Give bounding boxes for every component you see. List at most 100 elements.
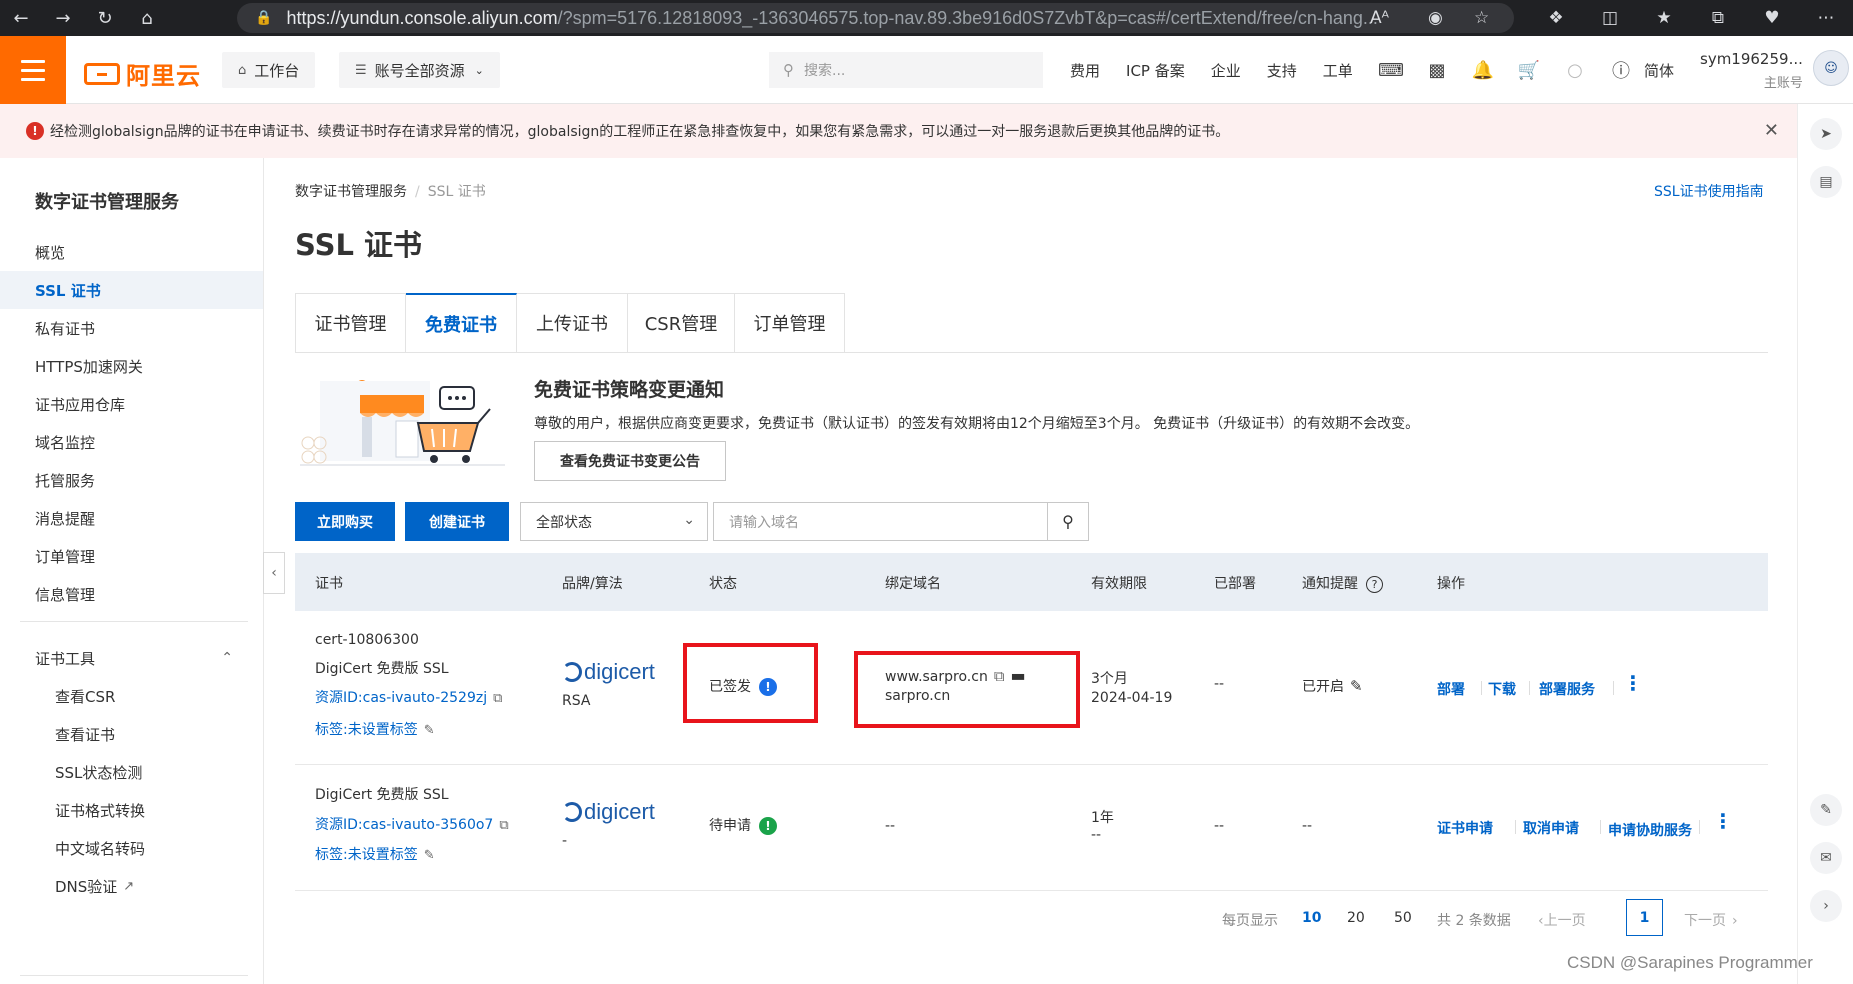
resources-dropdown[interactable]: ☰ 账号全部资源 ⌄ [339, 52, 500, 88]
sidebar-item-dns-verify[interactable]: DNS验证 ↗ [0, 867, 263, 905]
info-icon[interactable]: ! [759, 817, 777, 835]
terminal-icon[interactable]: ▩ [1414, 60, 1460, 81]
digicert-logo: digicert [562, 659, 655, 685]
language-switch[interactable]: 简体 [1644, 60, 1674, 81]
sidebar-item-domain-monitor[interactable]: 域名监控 [0, 423, 263, 461]
external-link-icon: ↗ [123, 878, 135, 894]
tracking-icon[interactable]: ◉ [1428, 0, 1443, 36]
back-icon[interactable]: ← [0, 0, 42, 36]
account-type: 主账号 [1763, 76, 1803, 91]
ai-assistant-icon[interactable]: ⌨ [1368, 60, 1414, 81]
sidebar-item-ssl-check[interactable]: SSL状态检测 [0, 753, 263, 791]
edit-icon[interactable]: ✎ [424, 848, 435, 863]
deploy-service-link[interactable]: 部署服务 [1539, 679, 1595, 699]
avatar[interactable]: ☺ [1813, 50, 1849, 86]
sidebar-item-hosting[interactable]: 托管服务 [0, 461, 263, 499]
aliyun-logo[interactable]: 阿里云 [84, 56, 201, 91]
tab-orders[interactable]: 订单管理 [735, 293, 845, 353]
lightbulb-icon[interactable]: ○ [1552, 60, 1598, 81]
help-icon[interactable]: ⓘ [1598, 57, 1644, 83]
apply-cert-link[interactable]: 证书申请 [1437, 818, 1493, 838]
buy-now-button[interactable]: 立即购买 [295, 502, 395, 541]
nav-link-billing[interactable]: 费用 [1070, 60, 1100, 81]
menu-icon[interactable] [0, 36, 66, 104]
split-screen-icon[interactable]: ◫ [1583, 8, 1637, 28]
collections-icon[interactable]: ⧉ [1691, 8, 1745, 28]
sidebar-item-view-csr[interactable]: 查看CSR [0, 677, 263, 715]
page-size-50[interactable]: 50 [1394, 910, 1412, 926]
sidebar-item-https-gateway[interactable]: HTTPS加速网关 [0, 347, 263, 385]
search-icon: ⚲ [783, 61, 794, 79]
page-size-10[interactable]: 10 [1302, 910, 1321, 926]
more-icon[interactable]: ⋯ [1799, 8, 1853, 28]
copy-icon[interactable]: ⧉ [493, 691, 502, 706]
health-icon[interactable]: ♥ [1745, 8, 1799, 28]
sidebar-item-format-convert[interactable]: 证书格式转换 [0, 791, 263, 829]
edit-icon[interactable]: ✎ [424, 723, 435, 738]
user-menu[interactable]: sym196259... 主账号 [1700, 50, 1803, 91]
cert-tag[interactable]: 标签:未设置标签 ✎ [315, 844, 435, 864]
address-bar[interactable]: 🔒 https://yundun.console.aliyun.com/?spm… [237, 3, 1514, 33]
sidebar-item-cert-repo[interactable]: 证书应用仓库 [0, 385, 263, 423]
cert-tag[interactable]: 标签:未设置标签 ✎ [315, 719, 435, 739]
view-notice-button[interactable]: 查看免费证书变更公告 [534, 441, 726, 481]
bell-icon[interactable]: 🔔 [1460, 60, 1506, 81]
extensions-icon[interactable]: ❖ [1529, 8, 1583, 28]
nav-link-support[interactable]: 支持 [1267, 60, 1297, 81]
more-actions-icon[interactable]: ⋮ [1713, 809, 1733, 833]
search-input[interactable]: ⚲ 搜索... [769, 52, 1043, 88]
nav-link-ticket[interactable]: 工单 [1323, 60, 1353, 81]
deploy-link[interactable]: 部署 [1437, 679, 1465, 699]
edit-icon[interactable]: ✎ [1810, 794, 1842, 826]
status-select[interactable]: 全部状态 ⌄ [520, 502, 708, 541]
download-link[interactable]: 下载 [1488, 679, 1516, 699]
forward-icon[interactable]: → [42, 0, 84, 36]
sidebar-item-info[interactable]: 信息管理 [0, 575, 263, 613]
col-cert: 证书 [315, 576, 343, 592]
sidebar-collapse-button[interactable]: ‹ [263, 552, 285, 594]
more-actions-icon[interactable]: ⋮ [1623, 671, 1643, 695]
domain-search-input[interactable]: 请输入域名 [713, 502, 1048, 541]
prev-page-button[interactable]: ‹上一页 [1538, 910, 1586, 930]
favorite-star-icon[interactable]: ☆ [1474, 0, 1489, 36]
close-icon[interactable]: ✕ [1764, 120, 1779, 141]
search-button[interactable]: ⚲ [1047, 502, 1089, 541]
pin-icon[interactable]: ➤ [1810, 118, 1842, 150]
assist-service-link[interactable]: 申请协助服务 [1608, 820, 1692, 840]
copy-icon[interactable]: ⧉ [499, 818, 508, 833]
cart-icon[interactable]: 🛒 [1506, 60, 1552, 81]
sidebar-item-idn-convert[interactable]: 中文域名转码 [0, 829, 263, 867]
sidebar-item-private-cert[interactable]: 私有证书 [0, 309, 263, 347]
expand-icon[interactable]: › [1810, 890, 1842, 922]
notes-icon[interactable]: ▤ [1810, 166, 1842, 198]
sidebar-item-view-cert[interactable]: 查看证书 [0, 715, 263, 753]
home-icon[interactable]: ⌂ [126, 0, 168, 36]
create-cert-button[interactable]: 创建证书 [405, 502, 509, 541]
refresh-icon[interactable]: ↻ [84, 0, 126, 36]
workbench-button[interactable]: ⌂ 工作台 [222, 52, 316, 88]
ssl-guide-link[interactable]: SSL证书使用指南 [1654, 181, 1764, 201]
tab-free-cert[interactable]: 免费证书 [406, 293, 517, 353]
feedback-icon[interactable]: ✉ [1810, 842, 1842, 874]
edit-icon[interactable]: ✎ [1350, 677, 1363, 695]
sidebar-item-ssl[interactable]: SSL 证书 [0, 271, 263, 309]
sidebar-item-notifications[interactable]: 消息提醒 [0, 499, 263, 537]
nav-link-icp[interactable]: ICP 备案 [1126, 60, 1185, 81]
sidebar-item-orders[interactable]: 订单管理 [0, 537, 263, 575]
next-page-button[interactable]: 下一页 › [1684, 910, 1738, 930]
resource-id[interactable]: 资源ID:cas-ivauto-2529zj ⧉ [315, 687, 502, 707]
current-page[interactable]: 1 [1626, 899, 1663, 936]
page-size-20[interactable]: 20 [1347, 910, 1365, 926]
read-aloud-icon[interactable]: Aᴬ [1370, 0, 1389, 36]
tab-csr[interactable]: CSR管理 [628, 293, 735, 353]
cancel-apply-link[interactable]: 取消申请 [1523, 818, 1579, 838]
resource-id[interactable]: 资源ID:cas-ivauto-3560o7 ⧉ [315, 814, 509, 834]
help-icon[interactable]: ? [1366, 576, 1383, 593]
favorites-icon[interactable]: ★ [1637, 8, 1691, 28]
tab-cert-management[interactable]: 证书管理 [295, 293, 406, 353]
sidebar-item-overview[interactable]: 概览 [0, 233, 263, 271]
sidebar-tools-toggle[interactable]: 证书工具 ⌃ [0, 639, 263, 677]
nav-link-enterprise[interactable]: 企业 [1211, 60, 1241, 81]
breadcrumb-root[interactable]: 数字证书管理服务 [295, 184, 407, 200]
tab-upload-cert[interactable]: 上传证书 [517, 293, 628, 353]
